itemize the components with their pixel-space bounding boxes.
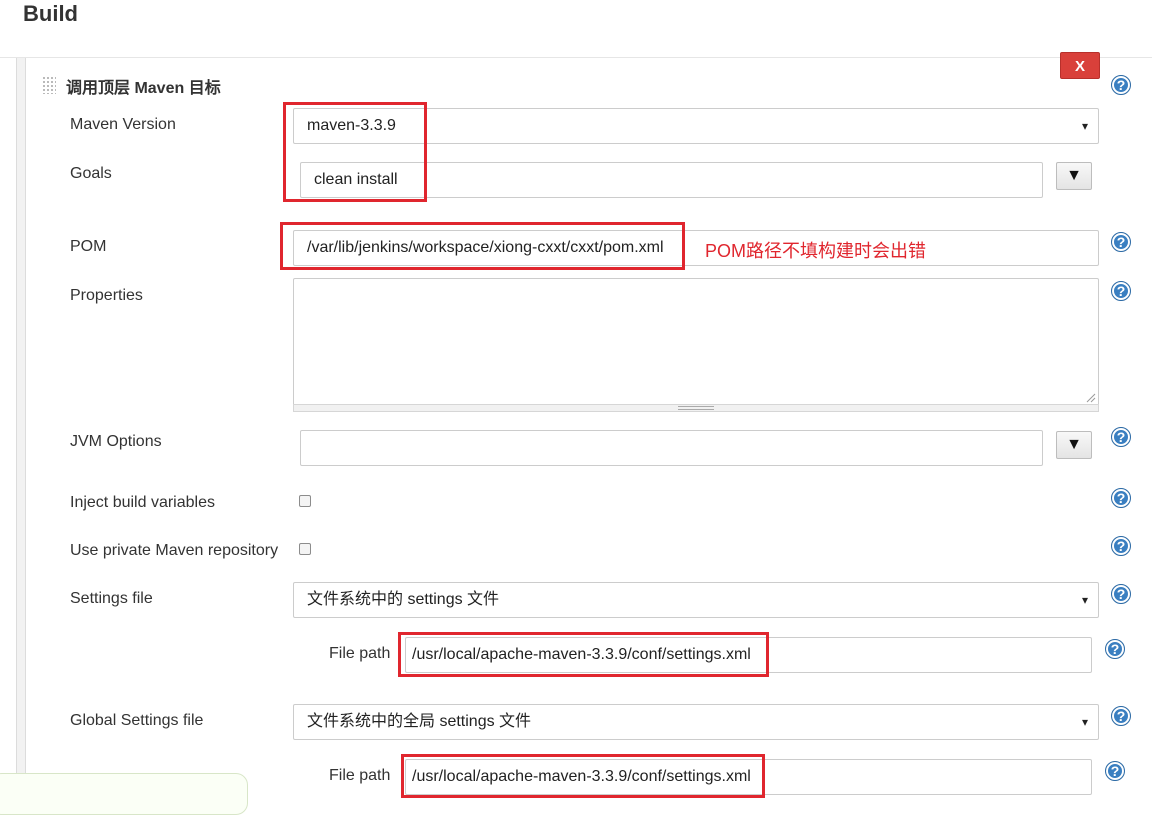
global-settings-file-select[interactable]: 文件系统中的全局 settings 文件 ▾ bbox=[293, 704, 1099, 740]
highlight-box-pom bbox=[280, 222, 685, 270]
highlight-box-settings-path bbox=[398, 632, 769, 677]
properties-textarea[interactable] bbox=[293, 278, 1099, 408]
help-icon[interactable]: ? bbox=[1111, 584, 1131, 604]
highlight-box-version-goals bbox=[283, 102, 427, 202]
help-icon[interactable]: ? bbox=[1111, 281, 1131, 301]
settings-file-path-label: File path bbox=[329, 645, 391, 662]
section-divider bbox=[0, 57, 1152, 58]
chevron-down-icon: ▾ bbox=[1081, 715, 1088, 729]
global-settings-file-label: Global Settings file bbox=[70, 712, 204, 729]
help-icon[interactable]: ? bbox=[1111, 488, 1131, 508]
help-icon[interactable]: ? bbox=[1111, 427, 1131, 447]
settings-file-label: Settings file bbox=[70, 590, 153, 607]
use-private-repo-label: Use private Maven repository bbox=[70, 542, 279, 559]
build-step-title: 调用顶层 Maven 目标 bbox=[66, 80, 221, 97]
jvm-options-label: JVM Options bbox=[70, 433, 162, 450]
inject-build-variables-label: Inject build variables bbox=[70, 494, 215, 511]
delete-step-button[interactable]: X bbox=[1060, 52, 1100, 79]
inject-build-variables-checkbox[interactable] bbox=[299, 495, 311, 507]
pom-annotation: POM路径不填构建时会出错 bbox=[705, 241, 926, 261]
chevron-down-icon: ▾ bbox=[1081, 119, 1088, 133]
drag-handle-icon[interactable] bbox=[42, 76, 56, 94]
global-settings-file-path-label: File path bbox=[329, 767, 391, 784]
highlight-box-global-settings-path bbox=[401, 754, 765, 798]
build-step-border bbox=[16, 58, 26, 798]
resize-corner-icon bbox=[1086, 393, 1096, 403]
help-icon[interactable]: ? bbox=[1111, 536, 1131, 556]
properties-label: Properties bbox=[70, 287, 143, 304]
help-icon[interactable]: ? bbox=[1105, 761, 1125, 781]
help-icon[interactable]: ? bbox=[1111, 75, 1131, 95]
goals-expand-button[interactable]: ▼ bbox=[1056, 162, 1092, 190]
pom-label: POM bbox=[70, 238, 107, 255]
goals-label: Goals bbox=[70, 165, 112, 182]
jvm-options-expand-button[interactable]: ▼ bbox=[1056, 431, 1092, 459]
maven-version-label: Maven Version bbox=[70, 116, 176, 133]
settings-file-select[interactable]: 文件系统中的 settings 文件 ▾ bbox=[293, 582, 1099, 618]
section-title: Build bbox=[23, 1, 78, 26]
chevron-down-icon: ▾ bbox=[1081, 593, 1088, 607]
help-icon[interactable]: ? bbox=[1111, 706, 1131, 726]
help-icon[interactable]: ? bbox=[1105, 639, 1125, 659]
resize-grip-icon bbox=[678, 406, 714, 410]
global-settings-file-value: 文件系统中的全局 settings 文件 bbox=[307, 713, 532, 730]
help-icon[interactable]: ? bbox=[1111, 232, 1131, 252]
notification-bubble bbox=[0, 773, 248, 815]
use-private-repo-checkbox[interactable] bbox=[299, 543, 311, 555]
settings-file-value: 文件系统中的 settings 文件 bbox=[307, 591, 500, 608]
jvm-options-input[interactable] bbox=[300, 430, 1043, 466]
